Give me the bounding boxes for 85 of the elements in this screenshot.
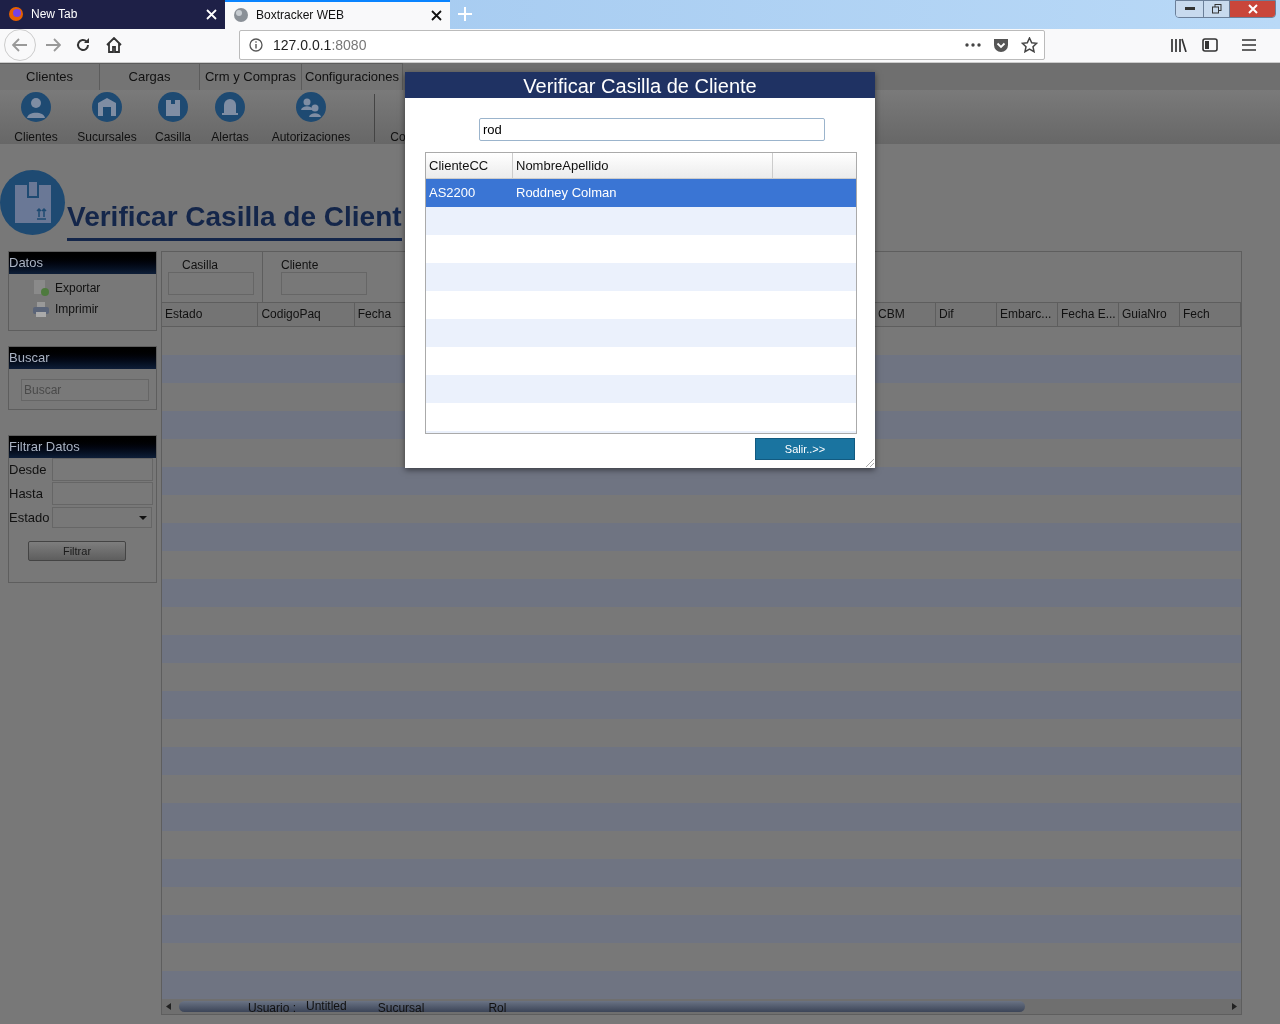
minimize-button[interactable] <box>1176 1 1203 17</box>
reload-icon <box>75 37 91 54</box>
print-link[interactable]: Imprimir <box>33 300 156 318</box>
exit-button[interactable]: Salir..>> <box>755 438 855 460</box>
table-row[interactable]: AS2200 Roddney Colman <box>426 179 856 207</box>
forward-arrow-icon <box>45 38 61 53</box>
home-button[interactable] <box>106 37 122 54</box>
home-icon <box>106 37 122 54</box>
resize-grip-icon[interactable] <box>866 459 874 467</box>
toolbar-button[interactable]: Sucursales <box>72 92 142 144</box>
address-bar[interactable]: 127.0.0.1:8080 <box>239 30 1045 61</box>
more-icon[interactable] <box>965 43 981 48</box>
field-label: Desde <box>9 460 48 479</box>
browser-tab[interactable]: New Tab <box>0 0 225 29</box>
menu-tab[interactable]: Crm y Compras <box>200 63 302 90</box>
column-header[interactable]: Estado <box>162 303 259 326</box>
status-label: Usuario : <box>248 1001 297 1016</box>
filter-label: Casilla <box>182 257 219 274</box>
column-header[interactable]: Fech <box>1180 303 1241 326</box>
horizontal-scrollbar[interactable]: Usuario : Untitled Sucursal Rol <box>162 999 1241 1014</box>
pocket-icon[interactable] <box>993 37 1009 53</box>
table-cell-text: Roddney Colman <box>515 184 618 203</box>
close-icon[interactable] <box>431 9 442 21</box>
filter-button[interactable]: Filtrar <box>28 541 126 561</box>
document-icon <box>33 280 49 296</box>
export-link[interactable]: Exportar <box>33 279 156 297</box>
globe-icon <box>233 7 249 24</box>
field-label: Estado <box>9 508 51 527</box>
minimize-icon <box>1184 7 1195 11</box>
forward-button[interactable] <box>44 38 62 53</box>
scroll-left-icon[interactable] <box>166 1003 171 1010</box>
toolbar-button[interactable]: Autorizaciones <box>256 92 366 144</box>
filter-label: Cliente <box>281 257 320 274</box>
browser-tab[interactable]: Boxtracker WEB <box>225 0 450 29</box>
toolbar-button[interactable]: Casilla <box>142 92 204 144</box>
menu-tab[interactable]: Cargas <box>100 63 200 90</box>
tab-title: Boxtracker WEB <box>256 7 345 25</box>
column-header[interactable]: ClienteCC <box>426 153 513 178</box>
dialog-title: Verificar Casilla de Cliente <box>405 72 875 98</box>
column-header[interactable]: CodigoPaq <box>258 303 355 326</box>
close-icon <box>1247 4 1258 14</box>
panel-title: Datos <box>9 252 156 274</box>
scroll-thumb[interactable] <box>179 1001 1025 1012</box>
table-cell-text: AS2200 <box>428 184 477 203</box>
back-arrow-icon <box>12 38 28 53</box>
menu-tab[interactable]: Configuraciones <box>302 63 403 90</box>
status-label: Sucursal <box>377 1001 425 1016</box>
panel-title: Filtrar Datos <box>9 436 156 458</box>
firefox-icon <box>8 6 24 23</box>
people-icon <box>296 92 326 122</box>
reload-button[interactable] <box>75 37 91 54</box>
star-icon[interactable] <box>1021 37 1038 54</box>
close-window-button[interactable] <box>1229 1 1275 17</box>
restore-button[interactable] <box>1203 1 1229 17</box>
column-header[interactable]: Dif <box>936 303 997 326</box>
search-field[interactable]: rod <box>479 118 825 141</box>
restore-icon <box>1211 4 1222 14</box>
column-header[interactable]: NombreApellido <box>513 153 773 178</box>
toolbar-button[interactable]: Clientes <box>0 92 72 144</box>
menu-tab[interactable]: Clientes <box>0 63 100 90</box>
info-icon <box>249 38 263 53</box>
url-text: 127.0.0.1:8080 <box>273 35 367 55</box>
scroll-right-icon[interactable] <box>1232 1003 1237 1010</box>
printer-icon <box>33 301 49 317</box>
person-icon <box>21 92 51 122</box>
column-header[interactable]: Embarc... <box>997 303 1058 326</box>
menu-icon[interactable] <box>1242 39 1256 52</box>
field-label: Hasta <box>9 484 44 503</box>
status-value: Untitled <box>306 999 347 1015</box>
column-header[interactable]: GuiaNro <box>1119 303 1180 326</box>
plus-icon <box>458 7 472 22</box>
box-icon <box>158 92 188 122</box>
building-icon <box>92 92 122 122</box>
tab-title: New Tab <box>31 6 78 24</box>
page-title: Verificar Casilla de Client <box>67 196 402 241</box>
bell-icon <box>215 92 245 122</box>
sidebar-icon[interactable] <box>1202 38 1218 53</box>
toolbar-button[interactable]: Alertas <box>204 92 256 144</box>
dropdown-field[interactable] <box>52 507 152 528</box>
panel-title: Buscar <box>9 347 156 369</box>
dropdown-arrow-icon <box>139 515 147 520</box>
status-label: Rol <box>488 1001 507 1016</box>
library-icon[interactable] <box>1170 38 1187 53</box>
date-field[interactable] <box>52 458 153 481</box>
column-header[interactable]: Fecha E... <box>1058 303 1119 326</box>
